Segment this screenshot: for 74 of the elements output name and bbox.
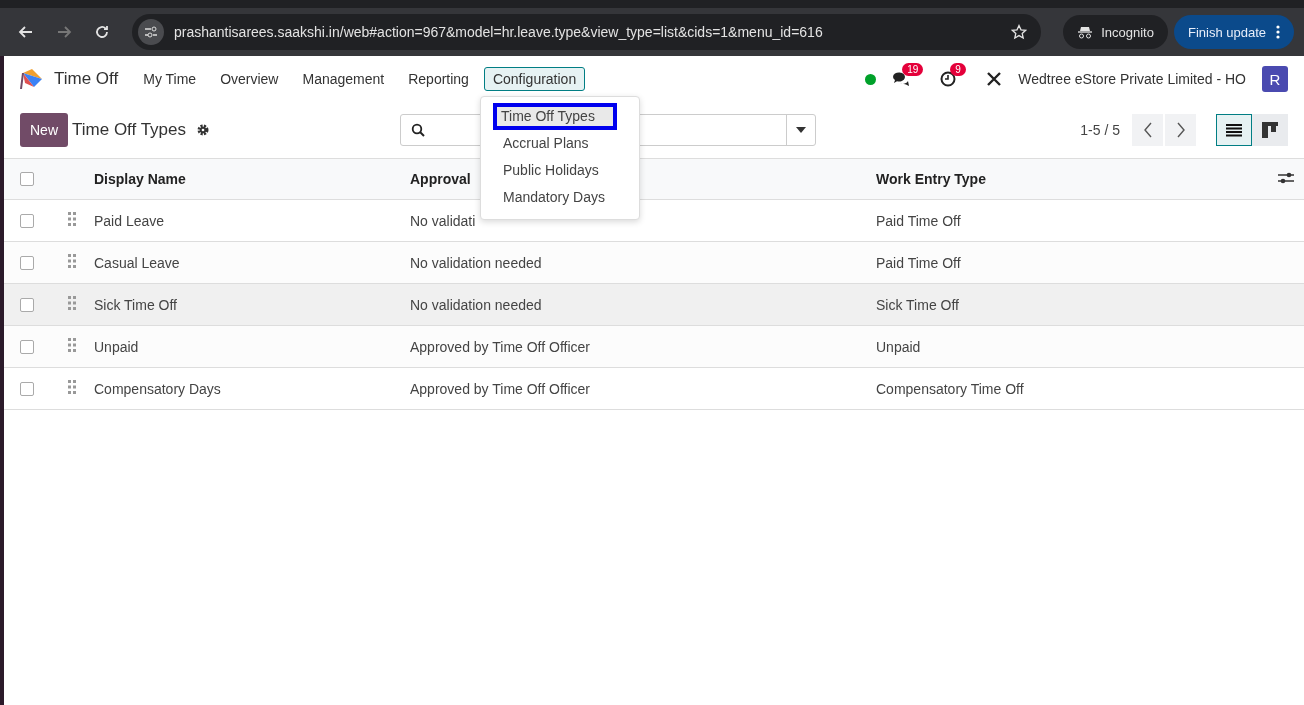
list-icon: [1226, 123, 1242, 137]
chevron-left-icon: [1142, 122, 1153, 138]
row-checkbox[interactable]: [20, 213, 34, 228]
site-settings-icon[interactable]: [138, 19, 164, 45]
list-view-button[interactable]: [1216, 114, 1252, 146]
dropdown-item[interactable]: Time Off Types: [493, 103, 617, 130]
previous-page-button[interactable]: [1132, 114, 1163, 146]
message-count-badge: 19: [902, 63, 924, 76]
new-button[interactable]: New: [20, 113, 68, 147]
row-checkbox[interactable]: [20, 381, 34, 396]
table-cell: Sick Time Off: [94, 296, 177, 313]
row-checkbox[interactable]: [20, 255, 34, 270]
column-header[interactable]: Display Name: [94, 171, 186, 187]
table-cell: Approved by Time Off Officer: [410, 338, 590, 355]
back-icon[interactable]: [18, 24, 34, 40]
select-all-checkbox[interactable]: [20, 172, 34, 186]
online-status-icon: [865, 73, 877, 85]
caret-icon[interactable]: [796, 127, 807, 133]
table-cell: No validation needed: [410, 296, 542, 313]
table-cell: Compensatory Days: [94, 380, 221, 397]
url-text: prashantisarees.saakshi.in/web#action=967&model=hr.leave.type&view_type=list&cids=1&menu_id=616: [174, 24, 824, 40]
kanban-icon: [1262, 122, 1278, 138]
row-checkbox[interactable]: [20, 339, 34, 354]
drag-handle-icon[interactable]: [68, 380, 76, 394]
drag-handle-icon[interactable]: [68, 296, 76, 310]
table-cell: Sick Time Off: [876, 296, 959, 313]
table-cell: Casual Leave: [94, 254, 180, 271]
pager-text: 1-5 / 5: [1080, 122, 1120, 138]
page-title: Time Off Types: [72, 120, 187, 140]
column-header[interactable]: Work Entry Type: [876, 171, 986, 187]
app-name[interactable]: Time Off: [54, 69, 119, 89]
incognito-badge[interactable]: Incognito: [1063, 15, 1168, 49]
incognito-label: Incognito: [1101, 24, 1154, 40]
menu-item[interactable]: Management: [293, 67, 394, 91]
column-settings-icon[interactable]: [1278, 170, 1294, 185]
table-cell: No validati: [410, 212, 476, 229]
dropdown-item[interactable]: Accrual Plans: [483, 130, 637, 157]
company-name[interactable]: Wedtree eStore Private Limited - HO: [1018, 71, 1246, 87]
user-avatar[interactable]: R: [1262, 66, 1288, 92]
dropdown-item[interactable]: Mandatory Days: [483, 184, 637, 211]
clock-icon[interactable]: [940, 71, 957, 87]
drag-handle-icon[interactable]: [68, 212, 76, 226]
address-bar[interactable]: prashantisarees.saakshi.in/web#action=967&model=hr.leave.type&view_type=list&cids=1&menu_id=616: [132, 14, 1042, 50]
table-cell: Compensatory Time Off: [876, 380, 1024, 397]
column-header[interactable]: Approval: [410, 171, 471, 187]
menu-item[interactable]: Reporting: [399, 67, 478, 91]
table-cell: Unpaid: [876, 338, 921, 355]
chat-icon[interactable]: [892, 71, 911, 87]
table-cell: Paid Time Off: [876, 212, 961, 229]
search-icon: [411, 123, 426, 137]
gear-icon[interactable]: [196, 123, 211, 137]
menu-item[interactable]: Overview: [211, 67, 288, 91]
table-cell: Paid Leave: [94, 212, 165, 229]
drag-handle-icon[interactable]: [68, 254, 76, 268]
dropdown-item[interactable]: Public Holidays: [483, 157, 637, 184]
table-cell: No validation needed: [410, 254, 542, 271]
menu-item[interactable]: My Time: [134, 67, 206, 91]
chevron-right-icon: [1175, 122, 1186, 138]
row-checkbox[interactable]: [20, 297, 34, 312]
next-page-button[interactable]: [1165, 114, 1196, 146]
finish-update-button[interactable]: Finish update: [1173, 15, 1294, 49]
activity-count-badge: 9: [950, 63, 966, 76]
incognito-icon: [1077, 25, 1094, 39]
forward-icon[interactable]: [56, 24, 72, 40]
table-cell: Approved by Time Off Officer: [410, 380, 590, 397]
drag-handle-icon[interactable]: [68, 338, 76, 352]
more-icon: [1276, 25, 1280, 39]
umbrella-logo-icon[interactable]: [20, 67, 44, 91]
star-icon[interactable]: [1011, 24, 1028, 40]
reload-icon[interactable]: [94, 24, 110, 40]
table-cell: Paid Time Off: [876, 254, 961, 271]
kanban-view-button[interactable]: [1252, 114, 1288, 146]
table-cell: Unpaid: [94, 338, 139, 355]
menu-item[interactable]: Configuration: [483, 67, 586, 91]
